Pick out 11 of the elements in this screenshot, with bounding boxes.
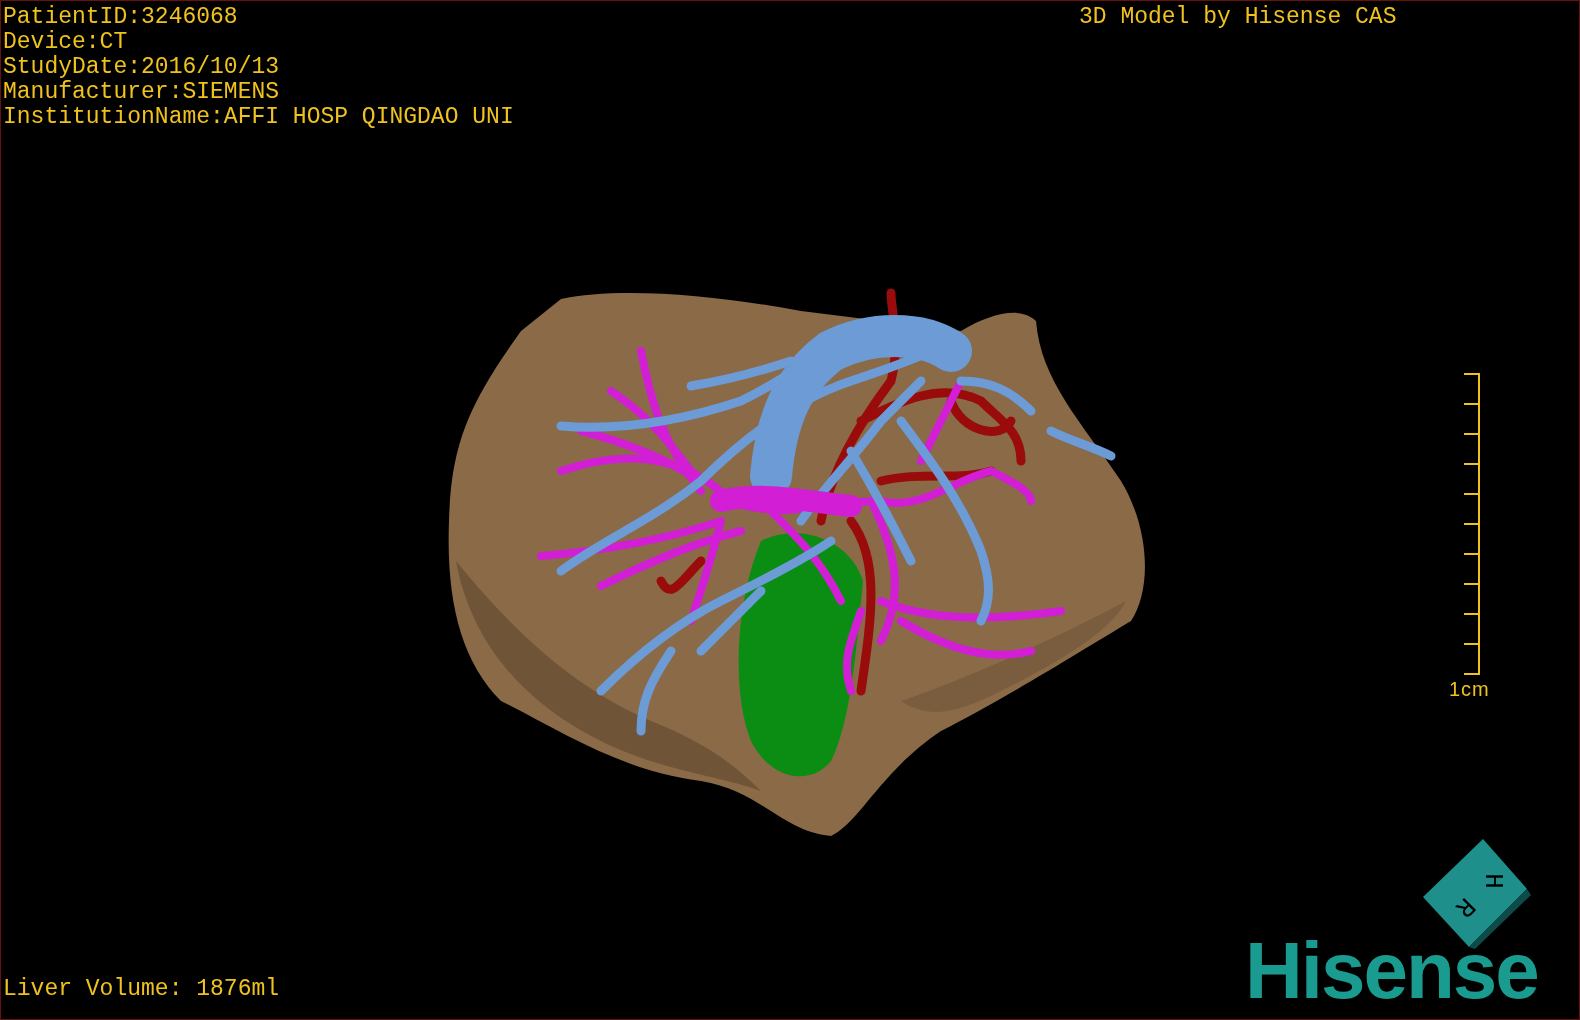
scale-label: 1cm xyxy=(1449,678,1490,700)
patient-info-text: StudyDate:2016/10/13 xyxy=(3,55,280,80)
liver-volume-text: Liver Volume: 1876ml xyxy=(3,977,280,1002)
patient-info-text: PatientID:3246068 xyxy=(3,5,238,30)
patient-info-text: Manufacturer:SIEMENS xyxy=(3,80,280,105)
brand-logo: Hisense xyxy=(1245,931,1538,1011)
cube-face-label: H xyxy=(1478,873,1508,889)
patient-info-text: Device:CT xyxy=(3,30,128,55)
model-title: 3D Model by Hisense CAS xyxy=(1079,5,1397,30)
cube-face-label: R xyxy=(1448,890,1482,924)
patient-info-text: InstitutionName:AFFI HOSP QINGDAO UNI xyxy=(3,105,514,130)
